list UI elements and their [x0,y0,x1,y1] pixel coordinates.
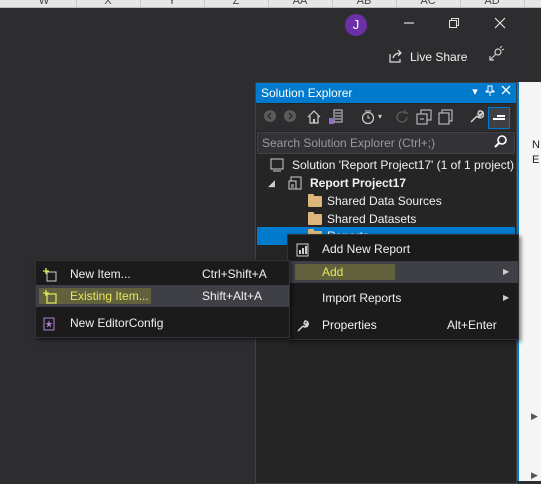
menu-item-label: Existing Item... [70,289,149,303]
solution-explorer-titlebar: Solution Explorer ▾ [256,83,516,103]
column-header: AB [332,0,397,7]
context-menu: Add New Report Add ▶ Import Reports ▶ Pr… [287,234,519,340]
highlight-marker [295,264,395,280]
menu-item-label: Add New Report [322,242,411,256]
folder-icon [308,212,322,225]
show-all-files-icon[interactable] [438,109,454,125]
folder-icon [308,194,322,207]
menu-item-label: Add [322,265,344,279]
minimize-icon[interactable] [394,12,424,38]
report-project-icon [288,176,302,190]
preview-selected-items-icon[interactable] [488,107,510,129]
pin-icon[interactable] [483,85,497,99]
editorconfig-icon [43,316,55,338]
back-icon[interactable] [262,109,278,125]
column-header: X [76,0,141,7]
pending-changes-filter-icon[interactable] [360,109,376,125]
home-icon[interactable] [306,109,322,125]
tree-item-label: Shared Data Sources [327,194,442,208]
live-share-label: Live Share [410,50,468,64]
solution-explorer-search-input[interactable]: Search Solution Explorer (Ctrl+;) [257,132,515,154]
wrench-icon [296,318,310,340]
refresh-icon[interactable] [394,109,410,125]
switch-views-icon[interactable] [328,109,344,125]
column-header: Y [140,0,205,7]
tree-item-label: Report Project17 [310,176,407,190]
spreadsheet-column-header-strip: W X Y Z AA AB AC AD [0,0,541,8]
menu-item-existing-item[interactable]: Existing Item... Shift+Alt+A [36,285,289,307]
menu-item-shortcut: Ctrl+Shift+A [202,267,267,281]
dropdown-icon[interactable]: ▾ [376,109,384,125]
existing-item-icon [43,289,57,311]
search-icon[interactable] [493,134,509,153]
solution-icon [270,158,284,172]
feedback-icon[interactable] [487,45,505,64]
properties-wrench-icon[interactable] [468,109,485,125]
dropdown-icon[interactable]: ▾ [468,85,482,99]
column-header: W [12,0,77,7]
menu-item-label: New Item... [70,267,131,281]
restore-icon[interactable] [439,12,469,38]
share-icon [388,49,404,66]
search-placeholder: Search Solution Explorer (Ctrl+;) [262,136,436,150]
menu-item-add[interactable]: Add ▶ [288,261,518,283]
menu-item-label: New EditorConfig [70,316,164,330]
menu-item-import-reports[interactable]: Import Reports ▶ [288,287,518,309]
menu-item-shortcut: Alt+Enter [447,318,497,332]
scroll-arrow-icon[interactable]: ▶ [531,470,538,481]
menu-item-new-item[interactable]: New Item... Ctrl+Shift+A [36,263,289,285]
submenu-arrow-icon: ▶ [503,293,510,302]
submenu-arrow-icon: ▶ [503,267,510,276]
menu-item-shortcut: Shift+Alt+A [202,289,263,303]
close-window-icon[interactable] [485,12,515,38]
column-header: AD [460,0,525,7]
tree-item-label: Shared Datasets [327,212,417,226]
menu-item-new-editorconfig[interactable]: New EditorConfig [36,312,289,334]
menu-item-label: Import Reports [322,291,402,305]
user-avatar[interactable]: J [345,14,367,36]
add-submenu: New Item... Ctrl+Shift+A Existing Item..… [35,260,290,338]
column-header: Z [204,0,269,7]
column-header: AA [268,0,333,7]
right-strip-text: N [532,139,540,151]
solution-explorer-toolbar: ▾ [256,104,516,131]
live-share-button[interactable]: Live Share [388,47,467,67]
scroll-arrow-icon[interactable]: ▶ [531,411,538,422]
expanded-triangle-icon[interactable]: ◢ [268,174,275,192]
collapse-all-icon[interactable] [416,109,432,125]
menu-item-add-new-report[interactable]: Add New Report [288,238,518,260]
forward-icon[interactable] [282,109,298,125]
right-strip-text: E [532,154,540,166]
tree-item-label: Solution 'Report Project17' (1 of 1 proj… [292,158,515,172]
menu-item-properties[interactable]: Properties Alt+Enter [288,314,518,336]
close-icon[interactable] [499,85,513,99]
panel-title: Solution Explorer [261,86,353,100]
menu-item-label: Properties [322,318,377,332]
column-header: AC [396,0,461,7]
